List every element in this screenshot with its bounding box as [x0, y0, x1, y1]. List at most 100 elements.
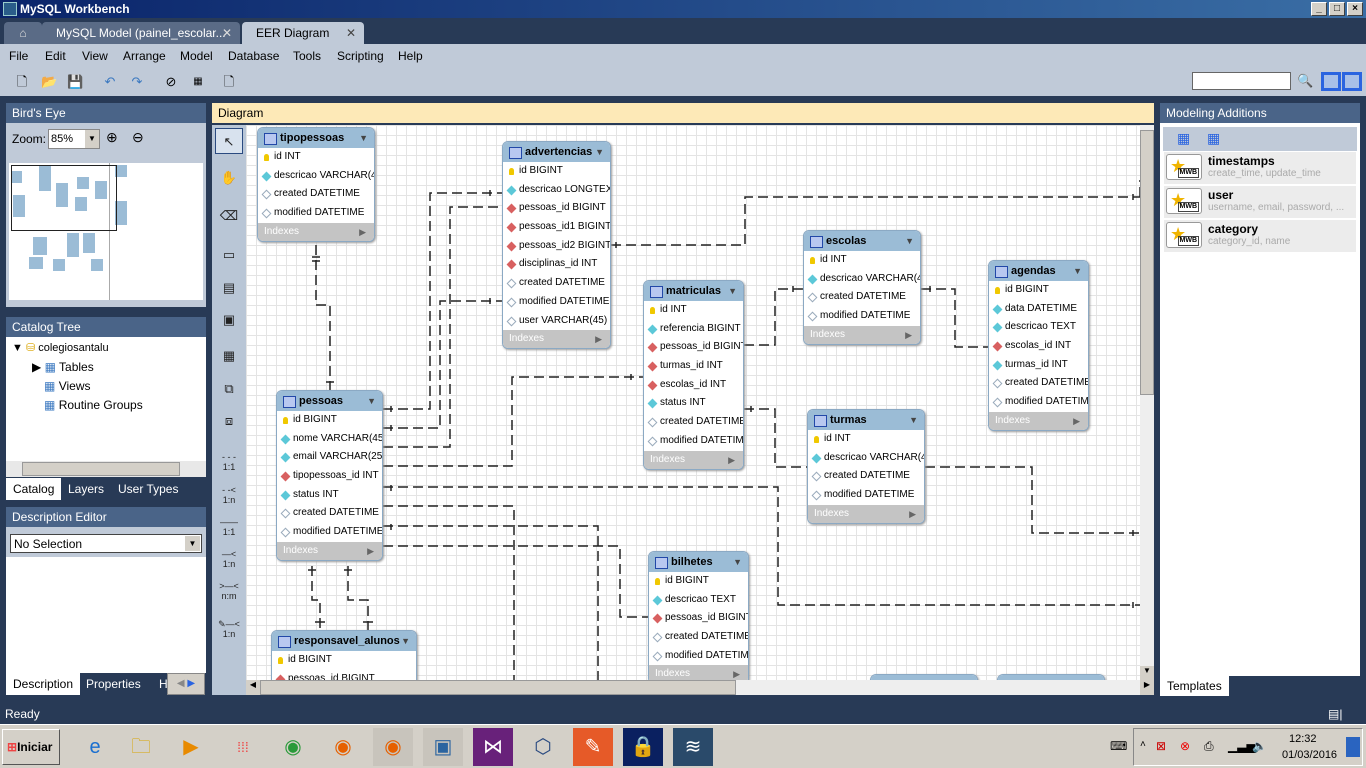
table-column[interactable]: descricao VARCHAR(45)	[804, 270, 920, 289]
undo-icon[interactable]: ↶	[102, 74, 118, 90]
table-column[interactable]: modified DATETIME	[804, 307, 920, 326]
horizontal-scrollbar[interactable]: ◀ ▶	[246, 680, 1154, 695]
tab-layers[interactable]: Layers	[61, 478, 111, 500]
maximize-button[interactable]: □	[1329, 2, 1345, 16]
toggle-left-panel-button[interactable]	[1321, 72, 1341, 91]
clock-time[interactable]: 12:32	[1289, 733, 1317, 745]
table-header[interactable]: advertencias ▼	[503, 142, 610, 162]
tab-user-types[interactable]: User Types	[111, 478, 185, 500]
table-column[interactable]: disciplinas_id INT	[503, 255, 610, 274]
table-header[interactable]: tipopessoas ▼	[258, 128, 374, 148]
output-toggle-icon[interactable]: ▤|	[1328, 704, 1342, 724]
menu-file[interactable]: File	[9, 49, 28, 63]
scroll-right-arrow[interactable]: ▶	[1140, 680, 1154, 695]
table-column[interactable]: status INT	[277, 486, 382, 505]
table-column[interactable]: descricao LONGTEXT	[503, 181, 610, 200]
internet-explorer-icon[interactable]: e	[75, 728, 115, 766]
table-escolas[interactable]: escolas ▼ id INT descricao VARCHAR(45) creat…	[803, 230, 921, 345]
tab-description[interactable]: Description	[6, 673, 81, 695]
table-column[interactable]: pessoas_id2 BIGINT	[503, 237, 610, 256]
table-column[interactable]: pessoas_id BIGINT	[272, 670, 416, 680]
view-tool[interactable]: ⧉	[215, 376, 243, 402]
table-column[interactable]: modified DATETIME	[644, 432, 743, 451]
table-column[interactable]: pessoas_id1 BIGINT	[503, 218, 610, 237]
indexes-section[interactable]: Indexes	[989, 411, 1088, 430]
hand-tool[interactable]: ✋	[215, 165, 243, 191]
table-column[interactable]: created DATETIME	[804, 288, 920, 307]
template-timestamps[interactable]: ★ MWB timestamps create_time, update_time	[1164, 152, 1356, 184]
file-explorer-icon[interactable]: 🗀	[121, 728, 161, 766]
template-user[interactable]: ★ MWB user username, email, password, ...	[1164, 186, 1356, 218]
indexes-section[interactable]: Indexes	[804, 325, 920, 344]
tree-item-routine-groups[interactable]: ▦ Routine Groups	[44, 398, 143, 412]
table-column[interactable]: pessoas_id BIGINT	[503, 199, 610, 218]
table-turmas[interactable]: turmas ▼ id INT descricao VARCHAR(45) create…	[807, 409, 925, 524]
menu-edit[interactable]: Edit	[45, 49, 66, 63]
table-column[interactable]: referencia BIGINT	[644, 320, 743, 339]
description-textarea[interactable]	[6, 557, 206, 673]
tab-eer-diagram[interactable]: EER Diagram ✕	[242, 22, 364, 44]
menu-help[interactable]: Help	[398, 49, 423, 63]
menu-database[interactable]: Database	[228, 49, 279, 63]
table-column[interactable]: turmas_id INT	[644, 357, 743, 376]
table-column[interactable]: created DATETIME	[649, 628, 748, 647]
tab-scroll-arrows[interactable]: ◀ ▶	[167, 673, 205, 695]
indexes-section[interactable]: Indexes	[808, 504, 924, 523]
collapse-arrow-icon[interactable]: ▼	[909, 410, 918, 430]
table-column[interactable]: turmas_id INT	[989, 356, 1088, 375]
table-column[interactable]: id BIGINT	[989, 281, 1088, 300]
table-column[interactable]: id BIGINT	[503, 162, 610, 181]
table-column[interactable]: modified DATETIME	[989, 393, 1088, 412]
table-tool[interactable]: ▦	[215, 343, 243, 369]
keyboard-icon[interactable]: ⌨	[1110, 739, 1127, 753]
relationship-1-n-nonidentifying-tool[interactable]: - -< 1:n	[215, 485, 243, 511]
visual-studio-icon[interactable]: ⋈	[473, 728, 513, 766]
collapse-arrow-icon[interactable]: ▼	[359, 128, 368, 148]
collapse-arrow-icon[interactable]: ▼	[1073, 261, 1082, 281]
diagram-canvas[interactable]: tipopessoas ▼ id INT descricao VARCHAR(45) c…	[246, 125, 1140, 680]
start-button[interactable]: ⊞Iniciar	[2, 729, 60, 765]
zoom-out-icon[interactable]: ⊖	[132, 129, 144, 146]
mysql-workbench-icon[interactable]: ≋	[673, 728, 713, 766]
routine-group-tool[interactable]: ⧈	[215, 408, 243, 434]
redo-icon[interactable]: ↷	[129, 74, 145, 90]
search-icon[interactable]: 🔍	[1297, 73, 1313, 89]
scroll-left-arrow[interactable]: ◀	[246, 680, 260, 695]
menu-arrange[interactable]: Arrange	[123, 49, 166, 63]
show-desktop-button[interactable]	[1346, 737, 1360, 757]
table-column[interactable]: id INT	[644, 301, 743, 320]
usb-icon[interactable]: ⎙	[1204, 739, 1214, 754]
vertical-scrollbar[interactable]: ▼	[1140, 125, 1154, 680]
firefox-icon[interactable]: ◉	[323, 728, 363, 766]
table-header[interactable]: escolas ▼	[804, 231, 920, 251]
table-advertencias[interactable]: advertencias ▼ id BIGINT descricao LONGTEXT…	[502, 141, 611, 350]
table-column[interactable]: modified DATETIME	[808, 486, 924, 505]
table-column[interactable]: id BIGINT	[277, 411, 382, 430]
table-column[interactable]: data DATETIME	[989, 300, 1088, 319]
table-header[interactable]: agendas ▼	[989, 261, 1088, 281]
collapse-arrow-icon[interactable]: ▼	[367, 391, 376, 411]
table-column[interactable]: modified DATETIME	[258, 204, 374, 223]
vpn-lock-icon[interactable]: 🔒	[623, 728, 663, 766]
relationship-existing-columns-tool[interactable]: ✎—< 1:n	[215, 619, 243, 645]
table-column[interactable]: modified DATETIME	[277, 523, 382, 542]
relationship-1-1-nonidentifying-tool[interactable]: - - -1:1	[215, 452, 243, 478]
table-column[interactable]: descricao TEXT	[989, 318, 1088, 337]
menu-model[interactable]: Model	[180, 49, 213, 63]
volume-icon[interactable]: 🔈	[1252, 739, 1267, 753]
template-category[interactable]: ★ MWB category category_id, name	[1164, 220, 1356, 252]
table-column[interactable]: id BIGINT	[272, 651, 416, 670]
scrollbar-thumb[interactable]	[1140, 130, 1154, 395]
edit-template-icon[interactable]: ▦	[1177, 130, 1190, 147]
close-button[interactable]: ×	[1347, 2, 1363, 16]
clock-date[interactable]: 01/03/2016	[1282, 749, 1337, 761]
tree-item-schema[interactable]: ▼ ⛁ colegiosantalu	[12, 341, 109, 354]
table-column[interactable]: modified DATETIME	[503, 293, 610, 312]
collapse-arrow-icon[interactable]: ▼	[733, 552, 742, 572]
apps-grid-icon[interactable]: ⁞⁞⁞	[223, 728, 263, 766]
table-column[interactable]: escolas_id INT	[644, 376, 743, 395]
table-column[interactable]: escolas_id INT	[989, 337, 1088, 356]
toggle-grid-icon[interactable]: ⊘	[163, 74, 179, 90]
indexes-section[interactable]: Indexes	[649, 665, 748, 680]
indexes-section[interactable]: Indexes	[258, 222, 374, 241]
